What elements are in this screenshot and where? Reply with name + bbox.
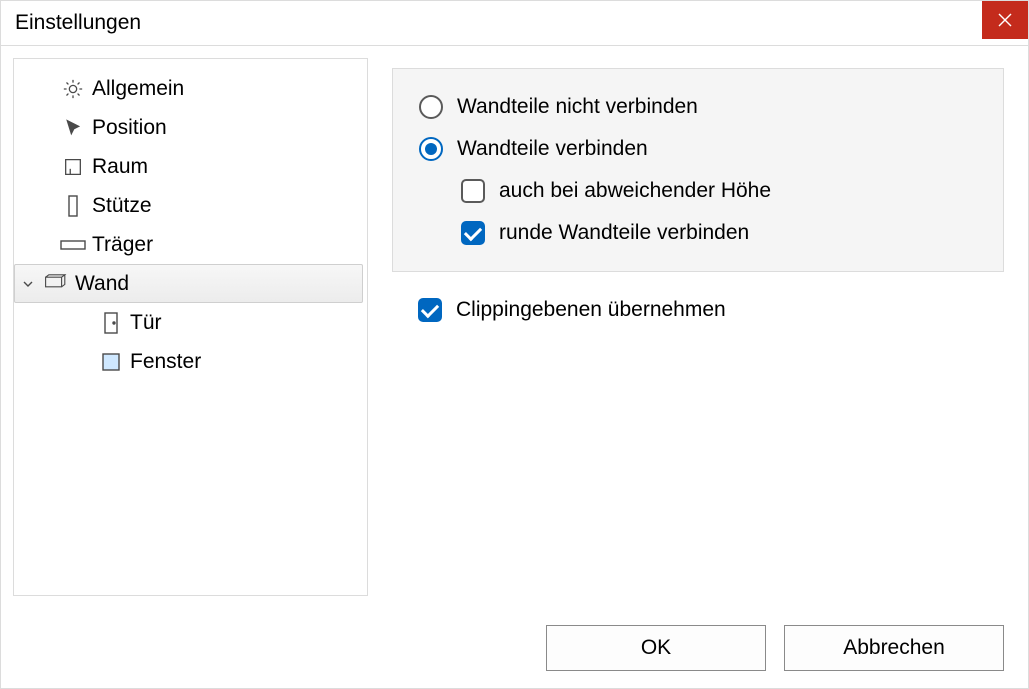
cursor-icon bbox=[58, 117, 88, 139]
tree-item-traeger[interactable]: Träger bbox=[14, 225, 367, 264]
tree-item-allgemein[interactable]: Allgemein bbox=[14, 69, 367, 108]
checkbox-label: auch bei abweichender Höhe bbox=[499, 179, 771, 203]
ok-button[interactable]: OK bbox=[546, 625, 766, 671]
gear-icon bbox=[58, 78, 88, 100]
tree-item-position[interactable]: Position bbox=[14, 108, 367, 147]
tree-label: Position bbox=[88, 116, 167, 140]
checkbox-icon bbox=[418, 298, 442, 322]
window-icon bbox=[96, 353, 126, 371]
tree-label: Wand bbox=[71, 272, 129, 296]
checkbox-icon bbox=[461, 221, 485, 245]
button-label: Abbrechen bbox=[843, 636, 945, 660]
checkbox-clipping[interactable]: Clippingebenen übernehmen bbox=[392, 298, 1004, 322]
radio-label: Wandteile verbinden bbox=[457, 137, 648, 161]
options-panel: Wandteile nicht verbinden Wandteile verb… bbox=[368, 46, 1028, 608]
tree-item-fenster[interactable]: Fenster bbox=[52, 342, 367, 381]
tree-label: Stütze bbox=[88, 194, 152, 218]
radio-icon bbox=[419, 95, 443, 119]
checkbox-icon bbox=[461, 179, 485, 203]
wall-connect-group: Wandteile nicht verbinden Wandteile verb… bbox=[392, 68, 1004, 272]
cancel-button[interactable]: Abbrechen bbox=[784, 625, 1004, 671]
titlebar: Einstellungen bbox=[1, 1, 1028, 46]
tree-item-stuetze[interactable]: Stütze bbox=[14, 186, 367, 225]
tree-item-wand[interactable]: Wand bbox=[14, 264, 363, 303]
tree-label: Tür bbox=[126, 311, 162, 335]
dialog-content: Allgemein Position bbox=[1, 46, 1028, 608]
checkbox-round-connect[interactable]: runde Wandteile verbinden bbox=[419, 221, 977, 245]
radio-label: Wandteile nicht verbinden bbox=[457, 95, 698, 119]
door-icon bbox=[96, 312, 126, 334]
radio-icon bbox=[419, 137, 443, 161]
tree-label: Raum bbox=[88, 155, 148, 179]
close-icon bbox=[998, 13, 1012, 27]
dialog-buttons: OK Abbrechen bbox=[1, 608, 1028, 688]
radio-no-connect[interactable]: Wandteile nicht verbinden bbox=[419, 95, 977, 119]
close-button[interactable] bbox=[982, 1, 1028, 39]
tree-label: Allgemein bbox=[88, 77, 184, 101]
room-icon bbox=[58, 156, 88, 178]
column-icon bbox=[58, 194, 88, 218]
checkbox-diff-height[interactable]: auch bei abweichender Höhe bbox=[419, 179, 977, 203]
tree-label: Träger bbox=[88, 233, 153, 257]
window-title: Einstellungen bbox=[15, 11, 141, 35]
checkbox-label: Clippingebenen übernehmen bbox=[456, 298, 726, 322]
wall-icon bbox=[41, 274, 71, 294]
chevron-down-icon[interactable] bbox=[15, 277, 41, 291]
radio-connect[interactable]: Wandteile verbinden bbox=[419, 137, 977, 161]
beam-icon bbox=[58, 238, 88, 252]
checkbox-label: runde Wandteile verbinden bbox=[499, 221, 749, 245]
tree-item-tuer[interactable]: Tür bbox=[52, 303, 367, 342]
button-label: OK bbox=[641, 636, 671, 660]
tree-label: Fenster bbox=[126, 350, 201, 374]
settings-tree: Allgemein Position bbox=[13, 58, 368, 596]
tree-item-raum[interactable]: Raum bbox=[14, 147, 367, 186]
